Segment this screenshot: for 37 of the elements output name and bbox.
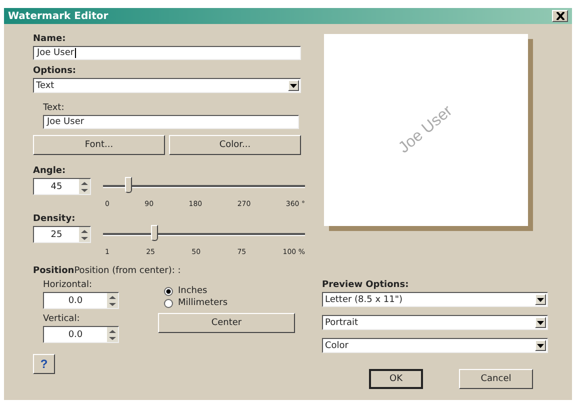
color-button[interactable]: Color... [169, 135, 301, 155]
unit-radio[interactable]: Inches [164, 286, 295, 296]
watermark-text: Joe User [396, 102, 456, 158]
spin-arrows-icon[interactable] [79, 179, 90, 194]
position-label: PositionPosition (from center): : [33, 266, 181, 276]
spin-field[interactable]: 0.0 [43, 292, 119, 309]
spin-arrows-icon[interactable] [107, 293, 118, 308]
slider-thumb[interactable] [125, 177, 132, 193]
font-button[interactable]: Font... [33, 135, 165, 155]
close-icon [556, 12, 564, 20]
spin-field[interactable]: 0.0 [43, 326, 119, 343]
text-label: Text: [43, 103, 66, 113]
center-button[interactable]: Center [158, 313, 295, 333]
spin-arrows-icon[interactable] [79, 227, 90, 242]
preview-options-label: Preview Options: [322, 280, 409, 290]
unit-radio[interactable]: Millimeters [164, 298, 295, 308]
window-title: Watermark Editor [8, 10, 108, 22]
options-label: Options: [33, 66, 76, 76]
preview-dropdown[interactable]: Color [322, 338, 548, 353]
options-dropdown[interactable]: Text [33, 78, 301, 93]
slider-label: Density: [33, 214, 76, 224]
help-button[interactable]: ? [33, 354, 55, 374]
ok-button[interactable]: OK [369, 369, 423, 389]
text-field[interactable]: Joe User [43, 115, 299, 129]
slider-thumb[interactable] [150, 225, 158, 241]
spin-field[interactable]: 25 [33, 226, 91, 243]
spin-arrows-icon[interactable] [107, 327, 118, 342]
preview-dropdown[interactable]: Portrait [322, 315, 548, 330]
position-label: Horizontal: [43, 280, 92, 290]
slider-label: Angle: [33, 166, 67, 176]
spin-field[interactable]: 45 [33, 178, 91, 195]
preview-dropdown[interactable]: Letter (8.5 x 11") [322, 292, 548, 307]
name-field[interactable]: Joe User [33, 46, 301, 60]
name-label: Name: [33, 34, 66, 44]
close-button[interactable] [552, 10, 568, 22]
cancel-button[interactable]: Cancel [459, 369, 533, 389]
position-label: Vertical: [43, 314, 80, 324]
